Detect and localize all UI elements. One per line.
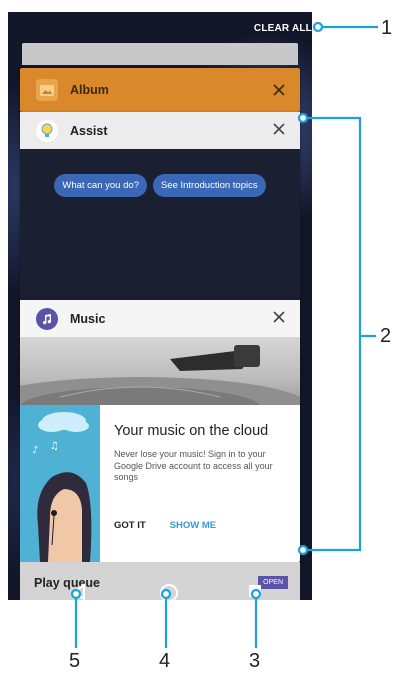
clear-all-button[interactable]: CLEAR ALL [254, 23, 312, 34]
chip-see-introduction-topics[interactable]: See Introduction topics [152, 174, 266, 197]
music-note-icon [36, 307, 58, 330]
promo-body: Never lose your music! Sign in to your G… [114, 449, 273, 482]
show-me-button[interactable]: SHOW ME [170, 520, 216, 531]
got-it-button[interactable]: GOT IT [114, 520, 146, 531]
back-triangle-icon[interactable] [72, 584, 86, 600]
close-icon[interactable] [272, 83, 286, 97]
music-card[interactable]: Music ♪ ♫ Your music on the cloud Never … [20, 300, 300, 562]
callout-5: 5 [69, 650, 81, 672]
turntable-image [20, 337, 300, 405]
cloud-illustration: ♪ ♫ [20, 405, 100, 562]
album-card[interactable]: Album [20, 68, 300, 112]
music-card-header[interactable]: Music [20, 300, 300, 337]
close-icon[interactable] [272, 122, 286, 136]
chip-what-can-you-do[interactable]: What can you do? [54, 174, 147, 197]
promo-actions: GOT IT SHOW ME [114, 520, 216, 531]
callout-4: 4 [159, 650, 171, 672]
assist-suggestions: What can you do? See Introduction topics [20, 174, 300, 197]
assist-card-header[interactable]: Assist [20, 112, 300, 149]
lightbulb-icon [36, 119, 58, 142]
assist-card[interactable]: Assist What can you do? See Introduction… [20, 112, 300, 300]
music-card-title: Music [70, 311, 106, 326]
callout-1: 1 [381, 17, 393, 39]
recent-apps-square-icon[interactable] [249, 585, 261, 597]
svg-text:♪: ♪ [32, 445, 38, 456]
home-circle-icon[interactable] [160, 584, 178, 600]
assist-card-title: Assist [70, 123, 108, 138]
svg-text:♫: ♫ [50, 441, 59, 452]
open-button[interactable]: OPEN [258, 576, 288, 589]
close-icon[interactable] [272, 310, 286, 324]
promo-content: Your music on the cloud Never lose your … [100, 405, 300, 562]
promo-title: Your music on the cloud [114, 423, 269, 439]
album-card-title: Album [70, 83, 109, 97]
recent-apps-screen: CLEAR ALL Album Assist What can you do? … [8, 12, 312, 600]
stacked-card-peek [22, 43, 298, 65]
album-icon [36, 79, 58, 101]
play-queue-label: Play queue [34, 576, 100, 590]
callout-3: 3 [249, 650, 261, 672]
album-card-header[interactable]: Album [20, 68, 300, 112]
callout-2: 2 [380, 325, 392, 347]
